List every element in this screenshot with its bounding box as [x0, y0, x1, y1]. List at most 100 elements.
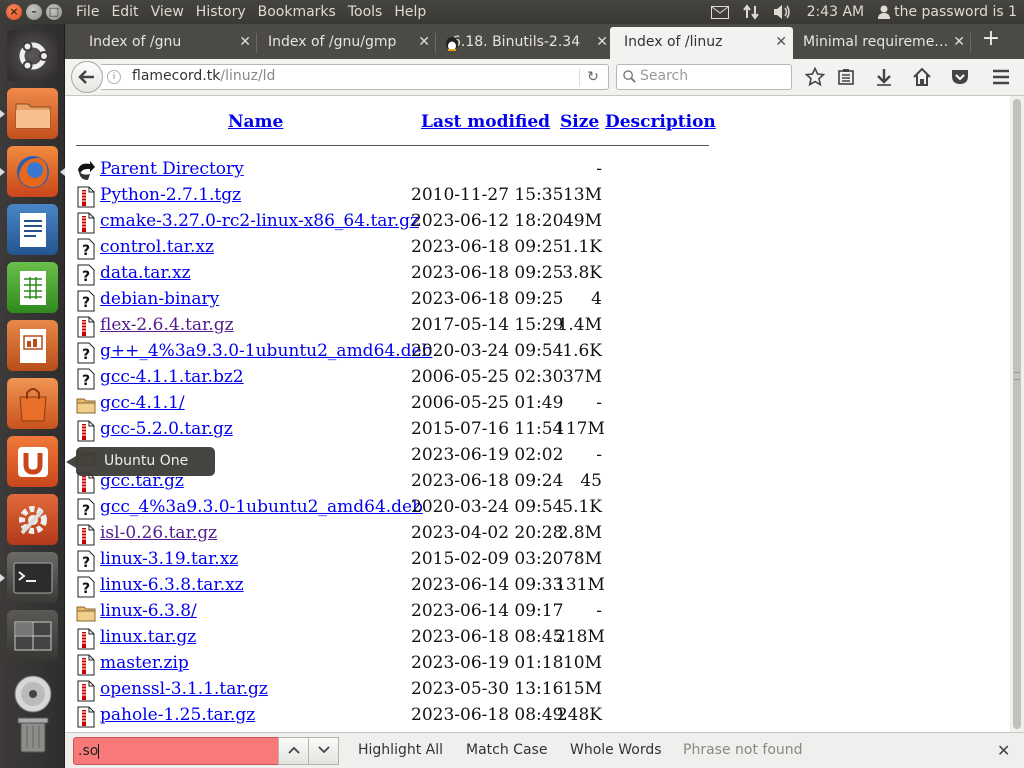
url-bar[interactable]: i flamecord.tk/linuz/ld ↻ — [101, 64, 609, 90]
file-modified-date: 2023-06-18 08:49 — [411, 705, 564, 725]
menu-bookmarks[interactable]: Bookmarks — [252, 3, 342, 21]
file-link[interactable]: gcc-4.1.1/ — [100, 393, 185, 413]
whole-words-toggle[interactable]: Whole Words — [570, 742, 662, 758]
column-header-last-modified[interactable]: Last modified — [421, 112, 550, 132]
menu-history[interactable]: History — [190, 3, 252, 21]
file-link[interactable]: flex-2.6.4.tar.gz — [100, 315, 234, 335]
file-link[interactable]: linux-6.3.8.tar.xz — [100, 575, 244, 595]
downloads-icon[interactable] — [874, 67, 894, 87]
network-indicator[interactable] — [736, 4, 766, 20]
file-link[interactable]: Parent Directory — [100, 159, 244, 179]
indicator-area: 2:43 AM the password is 1 — [704, 0, 1024, 24]
menu-edit[interactable]: Edit — [105, 3, 144, 21]
column-header-description[interactable]: Description — [605, 112, 716, 132]
column-header-name[interactable]: Name — [228, 112, 283, 132]
tab-minimal-requirements[interactable]: Minimal requireme… ✕ — [793, 27, 971, 59]
table-row: linux-6.3.8/2023-06-14 09:17 - — [65, 600, 1010, 626]
file-link[interactable]: gcc-4.1.1.tar.bz2 — [100, 367, 244, 387]
file-size: 45 — [580, 471, 602, 491]
mail-indicator[interactable] — [704, 5, 736, 19]
pocket-icon[interactable] — [950, 67, 970, 87]
navigation-toolbar: i flamecord.tk/linuz/ld ↻ Search — [65, 59, 1024, 96]
file-link[interactable]: master.zip — [100, 653, 189, 673]
file-link[interactable]: g++_4%3a9.3.0-1ubuntu2_amd64.deb — [100, 341, 432, 361]
file-size: 5.1K — [562, 497, 602, 517]
scrollbar-grip — [1014, 372, 1020, 380]
file-modified-date: 2023-06-14 09:17 — [411, 601, 564, 621]
window-minimize-button[interactable]: – — [26, 4, 42, 20]
table-row: linux.tar.gz 2023-06-18 08:45 218M — [65, 626, 1010, 652]
launcher-files-button[interactable] — [0, 88, 58, 139]
bookmark-star-icon[interactable] — [805, 67, 825, 87]
file-link[interactable]: openssl-3.1.1.tar.gz — [100, 679, 268, 699]
tab-binutils[interactable]: 6.18. Binutils-2.34 ✕ — [422, 27, 614, 59]
back-button[interactable] — [71, 61, 103, 93]
file-link[interactable]: control.tar.xz — [100, 237, 214, 257]
launcher-impress-button[interactable] — [7, 320, 58, 371]
find-next-button[interactable] — [308, 737, 339, 765]
hamburger-menu-icon[interactable] — [991, 67, 1011, 87]
scrollbar-thumb[interactable] — [1013, 99, 1021, 729]
close-tab-icon[interactable]: ✕ — [775, 27, 787, 57]
reading-list-icon[interactable] — [836, 67, 856, 87]
close-tab-icon[interactable]: ✕ — [596, 27, 608, 57]
file-modified-date: 2023-06-18 09:25 — [411, 263, 564, 283]
file-link[interactable]: pahole-1.25.tar.gz — [100, 705, 255, 725]
search-bar[interactable]: Search — [616, 64, 792, 90]
clock-indicator[interactable]: 2:43 AM — [800, 4, 872, 20]
file-link[interactable]: gcc-5.2.0.tar.gz — [100, 419, 233, 439]
launcher-trash-button[interactable] — [7, 708, 58, 759]
file-link[interactable]: linux-6.3.8/ — [100, 601, 197, 621]
sound-indicator[interactable] — [766, 4, 800, 20]
launcher-ubuntu-one-button[interactable] — [7, 436, 58, 487]
table-row: ? linux-3.19.tar.xz 2015-02-09 03:20 78M — [65, 548, 1010, 574]
find-query: .so — [78, 743, 99, 759]
highlight-all-toggle[interactable]: Highlight All — [358, 742, 443, 758]
file-link[interactable]: cmake-3.27.0-rc2-linux-x86_64.tar.gz — [100, 211, 419, 231]
launcher-writer-button[interactable] — [7, 204, 58, 255]
vertical-scrollbar[interactable] — [1010, 96, 1024, 732]
file-link[interactable]: linux-3.19.tar.xz — [100, 549, 238, 569]
tab-linuz[interactable]: Index of /linuz ✕ — [610, 27, 793, 59]
launcher-firefox-button[interactable] — [0, 146, 65, 197]
launcher-terminal-button[interactable] — [0, 552, 58, 603]
menu-help[interactable]: Help — [388, 3, 432, 21]
file-size: - — [596, 601, 602, 621]
file-link[interactable]: debian-binary — [100, 289, 219, 309]
menubar: File Edit View History Bookmarks Tools H… — [70, 3, 432, 21]
launcher-system-settings-button[interactable] — [7, 494, 58, 545]
menu-view[interactable]: View — [145, 3, 190, 21]
new-tab-button[interactable]: + — [980, 24, 1002, 54]
menu-tools[interactable]: Tools — [342, 3, 389, 21]
menu-file[interactable]: File — [70, 3, 105, 21]
search-input[interactable]: Search — [640, 68, 688, 84]
file-modified-date: 2015-02-09 03:20 — [411, 549, 564, 569]
file-link[interactable]: data.tar.xz — [100, 263, 191, 283]
column-header-size[interactable]: Size — [560, 112, 599, 132]
tab-gnu-gmp[interactable]: Index of /gnu/gmp ✕ — [244, 27, 436, 59]
launcher-dash-button[interactable] — [7, 30, 58, 81]
match-case-toggle[interactable]: Match Case — [466, 742, 547, 758]
file-link[interactable]: gcc_4%3a9.3.0-1ubuntu2_amd64.deb — [100, 497, 423, 517]
find-previous-button[interactable] — [278, 737, 309, 765]
file-size: 248K — [556, 705, 602, 725]
launcher-workspace-switcher-button[interactable] — [7, 610, 58, 661]
file-link[interactable]: Python-2.7.1.tgz — [100, 185, 241, 205]
reload-icon[interactable]: ↻ — [584, 68, 602, 86]
window-close-button[interactable]: × — [6, 4, 22, 20]
launcher-software-center-button[interactable] — [7, 378, 58, 429]
table-row: Parent Directory - — [65, 158, 1010, 184]
close-tab-icon[interactable]: ✕ — [953, 27, 965, 57]
close-find-bar-icon[interactable]: ✕ — [997, 741, 1010, 760]
svg-text:?: ? — [82, 555, 90, 571]
tab-gnu[interactable]: Index of /gnu ✕ — [65, 27, 257, 59]
home-icon[interactable] — [912, 67, 932, 87]
find-input[interactable]: .so — [73, 737, 279, 765]
file-link[interactable]: isl-0.26.tar.gz — [100, 523, 217, 543]
window-maximize-button[interactable]: □ — [46, 4, 62, 20]
user-indicator[interactable]: the password is 1 — [871, 4, 1024, 20]
site-info-icon[interactable]: i — [107, 70, 121, 84]
file-link[interactable]: linux.tar.gz — [100, 627, 196, 647]
unknown-file-icon: ? — [76, 368, 96, 390]
launcher-calc-button[interactable] — [7, 262, 58, 313]
